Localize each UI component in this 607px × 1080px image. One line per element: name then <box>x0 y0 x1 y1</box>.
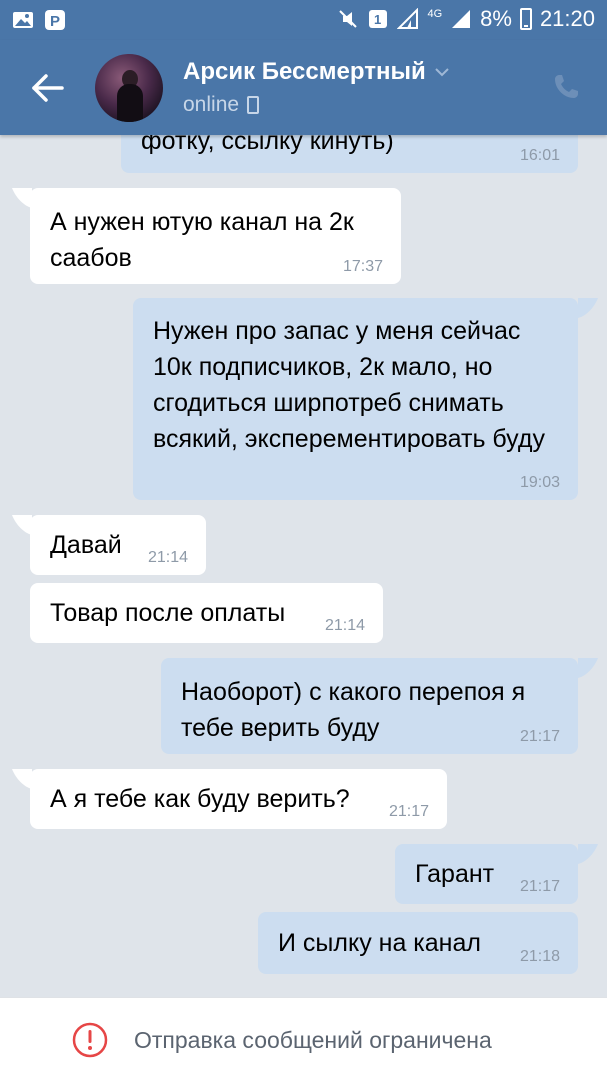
bubble-tail <box>578 298 598 318</box>
message-text: фотку, ссылку кинуть) <box>141 135 394 155</box>
message-time: 21:18 <box>519 948 560 965</box>
contact-name-dropdown[interactable]: Арсик Бессмертный <box>183 58 450 86</box>
bubble-tail <box>578 844 598 864</box>
message-bubble-incoming[interactable]: Давай 21:14 <box>30 515 206 575</box>
message-time: 19:03 <box>519 474 560 491</box>
message-text: Наоборот) с какого перепоя я тебе верить… <box>181 678 526 742</box>
contact-name: Арсик Бессмертный <box>183 58 426 85</box>
bubble-tail <box>12 769 32 789</box>
messaging-restricted-notice: Отправка сообщений ограничена <box>134 1026 492 1053</box>
cell-signal-icon <box>452 10 471 28</box>
message-time: 16:01 <box>519 147 560 164</box>
message-time: 21:14 <box>324 617 365 634</box>
message-time: 21:17 <box>519 878 560 895</box>
message-bubble-incoming[interactable]: А нужен ютую канал на 2к саабов 17:37 <box>30 188 401 284</box>
message-time: 21:17 <box>388 803 429 820</box>
message-time: 17:37 <box>342 258 383 275</box>
message-time: 21:17 <box>519 728 560 745</box>
message-time: 21:14 <box>147 549 188 566</box>
message-text: Гарант <box>415 860 495 888</box>
message-bubble-outgoing[interactable]: Гарант 21:17 <box>395 844 578 904</box>
app-p-notification-icon: P <box>45 10 65 30</box>
svg-text:1: 1 <box>374 12 381 27</box>
battery-percent: 8% <box>480 6 512 31</box>
signal-icon <box>397 8 419 29</box>
online-status: online <box>183 93 240 116</box>
message-text: А я тебе как буду верить? <box>50 785 350 813</box>
bubble-tail <box>12 188 32 208</box>
message-bubble-outgoing[interactable]: Нужен про запас у меня сейчас 10к подпис… <box>133 298 578 500</box>
contact-avatar[interactable] <box>95 54 163 122</box>
message-text: Нужен про запас у меня сейчас 10к подпис… <box>153 317 545 453</box>
bubble-tail <box>578 658 598 678</box>
battery-icon <box>519 8 532 30</box>
message-bubble-outgoing[interactable]: Наоборот) с какого перепоя я тебе верить… <box>161 658 578 754</box>
back-arrow-icon[interactable] <box>28 70 68 106</box>
message-bubble-outgoing[interactable]: И сылку на канал 21:18 <box>258 912 578 974</box>
bubble-tail <box>12 515 32 535</box>
chat-header: Арсик Бессмертный online <box>0 40 607 135</box>
mute-icon <box>339 10 358 28</box>
restricted-input-bar: Отправка сообщений ограничена <box>0 997 607 1080</box>
contact-status: online <box>183 93 260 117</box>
message-list[interactable]: фотку, ссылку кинуть) 16:01 А нужен ютую… <box>0 135 607 997</box>
phone-call-icon[interactable] <box>551 72 581 102</box>
message-text: И сылку на канал <box>278 929 481 957</box>
gallery-notification-icon <box>13 12 33 28</box>
clock: 21:20 <box>539 6 595 31</box>
message-bubble-incoming[interactable]: Товар после оплаты 21:14 <box>30 583 383 643</box>
message-bubble-outgoing[interactable]: фотку, ссылку кинуть) 16:01 <box>121 135 578 173</box>
message-text: Товар после оплаты <box>50 599 286 627</box>
message-text: А нужен ютую канал на 2к саабов <box>50 208 354 272</box>
message-text: Давай <box>50 531 122 559</box>
mobile-device-icon <box>247 96 260 114</box>
status-bar: P 1 4G 8% 21:20 <box>0 0 607 40</box>
chevron-down-icon <box>434 68 449 77</box>
warning-icon <box>72 1022 108 1058</box>
svg-text:P: P <box>50 13 60 30</box>
sim-badge-icon: 1 <box>369 10 388 28</box>
network-type: 4G <box>427 8 443 20</box>
message-bubble-incoming[interactable]: А я тебе как буду верить? 21:17 <box>30 769 447 829</box>
